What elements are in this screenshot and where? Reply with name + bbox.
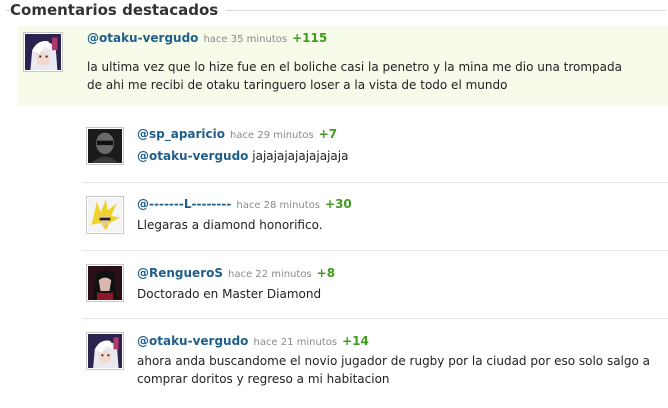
comment-time: hace 21 minutos [253, 337, 338, 348]
comment-body: la ultima vez que lo hize fue en el boli… [87, 58, 622, 94]
reply-comment: @-------L-------- hace 28 minutos +30 Lleg… [0, 186, 668, 246]
featured-comment: @otaku-vergudo hace 35 minutos +115 la ult… [18, 26, 668, 106]
avatar[interactable] [86, 127, 124, 165]
comment-line: de ahi me recibi de otaku taringuero los… [87, 78, 508, 92]
dark-portrait-avatar-icon [88, 129, 122, 163]
reply-comment: @sp_aparicio hace 29 minutos +7 @otaku-ver… [0, 118, 668, 178]
comment-meta: @RengueroS hace 22 minutos +8 [137, 266, 335, 280]
comment-meta: @otaku-vergudo hace 35 minutos +115 [87, 31, 327, 45]
avatar[interactable] [23, 32, 63, 72]
comment-body: Doctorado en Master Diamond [137, 285, 321, 303]
comment-text: jajajajajajajajaja [252, 149, 349, 163]
comment-username[interactable]: @otaku-vergudo [87, 31, 198, 45]
anime-white-hair-avatar-icon [88, 334, 122, 368]
comment-time: hace 22 minutos [228, 269, 312, 280]
yellow-spiky-hair-avatar-icon [88, 198, 122, 232]
comment-body: Llegaras a diamond honorifico. [137, 216, 323, 234]
comment-meta: @otaku-vergudo hace 21 minutos +14 [137, 334, 369, 348]
comment-divider [82, 182, 668, 183]
comment-time: hace 28 minutos [236, 200, 321, 211]
comment-meta: @-------L-------- hace 28 minutos +30 [137, 197, 352, 211]
comment-line: comprar doritos y regreso a mi habitacio… [137, 372, 390, 386]
section-header: Comentarios destacados [6, 0, 666, 22]
comment-body: @otaku-vergudo jajajajajajajajaja [137, 147, 348, 165]
reply-comment: @RengueroS hace 22 minutos +8 Doctorado en… [0, 254, 668, 314]
dark-hair-red-avatar-icon [88, 266, 122, 300]
comment-votes: +115 [292, 31, 328, 45]
comment-votes: +7 [318, 127, 338, 141]
avatar[interactable] [86, 264, 124, 302]
comment-time: hace 29 minutos [230, 130, 314, 141]
comment-divider [82, 250, 668, 251]
comment-line: la ultima vez que lo hize fue en el boli… [87, 60, 622, 74]
comment-username[interactable]: @otaku-vergudo [137, 334, 248, 348]
comment-votes: +30 [325, 197, 352, 211]
comment-line: ahora anda buscandome el novio jugador d… [137, 354, 651, 368]
anime-white-hair-avatar-icon [25, 34, 61, 70]
comment-username[interactable]: @sp_aparicio [137, 127, 225, 141]
comment-divider [82, 318, 668, 319]
comment-votes: +8 [316, 266, 336, 280]
section-title: Comentarios destacados [10, 1, 227, 19]
avatar[interactable] [86, 332, 124, 370]
reply-comment: @otaku-vergudo hace 21 minutos +14 ahora a… [0, 322, 668, 406]
comment-body: ahora anda buscandome el novio jugador d… [137, 352, 650, 388]
comment-username[interactable]: @RengueroS [137, 266, 223, 280]
comment-text: Llegaras a diamond honorifico. [137, 218, 323, 232]
comment-text: Doctorado en Master Diamond [137, 287, 322, 301]
comment-meta: @sp_aparicio hace 29 minutos +7 [137, 127, 337, 141]
comment-time: hace 35 minutos [203, 34, 288, 45]
avatar[interactable] [86, 196, 124, 234]
comment-votes: +14 [342, 334, 369, 348]
comment-username[interactable]: @-------L-------- [137, 197, 231, 211]
comment-mention[interactable]: @otaku-vergudo [137, 149, 248, 163]
